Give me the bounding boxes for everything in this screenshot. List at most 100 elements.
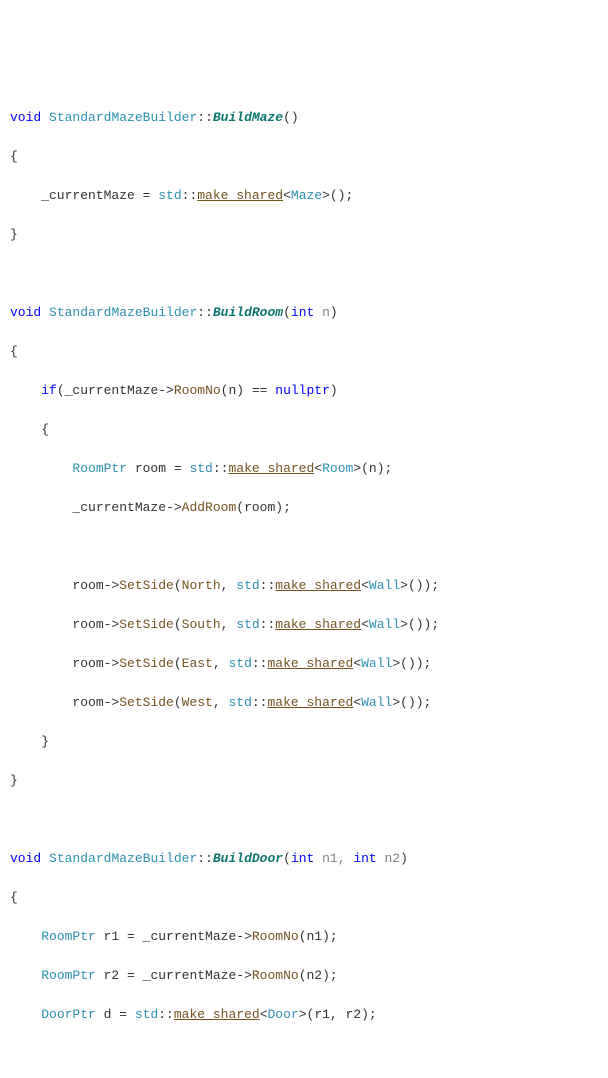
- code-line: }: [10, 225, 608, 245]
- func-setside: SetSide: [119, 578, 174, 593]
- paren: (: [283, 305, 291, 320]
- method-name: BuildRoom: [213, 305, 283, 320]
- args: (n) ==: [221, 383, 276, 398]
- code-line: [10, 810, 608, 830]
- var: r1 =: [96, 929, 143, 944]
- field: _currentMaze: [143, 968, 237, 983]
- keyword-nullptr: nullptr: [275, 383, 330, 398]
- code-line: {: [10, 147, 608, 167]
- func-make-shared: make_shared: [275, 578, 361, 593]
- tpl: <: [353, 695, 361, 710]
- end: >());: [392, 695, 431, 710]
- enum-south: South: [182, 617, 221, 632]
- tpl: <: [260, 1007, 268, 1022]
- type-roomptr: RoomPtr: [41, 929, 96, 944]
- scope-sep: ::: [197, 305, 213, 320]
- type-wall: Wall: [361, 695, 392, 710]
- func-addroom: AddRoom: [182, 500, 237, 515]
- type-room: Room: [322, 461, 353, 476]
- paren: (: [174, 656, 182, 671]
- func-make-shared: make_shared: [267, 656, 353, 671]
- type-doorptr: DoorPtr: [41, 1007, 96, 1022]
- keyword-void: void: [10, 851, 41, 866]
- keyword-int: int: [291, 305, 314, 320]
- keyword-void: void: [10, 305, 41, 320]
- scope-sep: ::: [260, 578, 276, 593]
- func-make-shared: make_shared: [267, 695, 353, 710]
- scope-sep: ::: [260, 617, 276, 632]
- code-line: if(_currentMaze->RoomNo(n) == nullptr): [10, 381, 608, 401]
- code-line: DoorPtr d = std::make_shared<Door>(r1, r…: [10, 1005, 608, 1025]
- type-roomptr: RoomPtr: [41, 968, 96, 983]
- end: >();: [322, 188, 353, 203]
- ns-std: std: [228, 656, 251, 671]
- func-make-shared: make_shared: [197, 188, 283, 203]
- indent: room->: [10, 695, 119, 710]
- scope-sep: ::: [158, 1007, 174, 1022]
- end: (n1);: [299, 929, 338, 944]
- indent: [10, 461, 72, 476]
- paren: ): [400, 851, 408, 866]
- code-line: void StandardMazeBuilder::BuildMaze(): [10, 108, 608, 128]
- ns-std: std: [135, 1007, 158, 1022]
- code-line: void StandardMazeBuilder::BuildRoom(int …: [10, 303, 608, 323]
- var: d =: [96, 1007, 135, 1022]
- code-line: _currentMaze->AddRoom(room);: [10, 498, 608, 518]
- parens: (): [283, 110, 299, 125]
- code-block: void StandardMazeBuilder::BuildMaze() { …: [10, 88, 608, 1078]
- code-line: void StandardMazeBuilder::BuildDoor(int …: [10, 849, 608, 869]
- var: room =: [127, 461, 189, 476]
- code-line: [10, 537, 608, 557]
- code-line: {: [10, 888, 608, 908]
- var: r2 =: [96, 968, 143, 983]
- param: n2: [377, 851, 400, 866]
- scope-sep: ::: [197, 851, 213, 866]
- func-make-shared: make_shared: [174, 1007, 260, 1022]
- scope-sep: ::: [197, 110, 213, 125]
- scope-sep: ::: [252, 656, 268, 671]
- paren: (: [174, 617, 182, 632]
- end: >());: [400, 617, 439, 632]
- tpl: <: [361, 617, 369, 632]
- indent: room->: [10, 656, 119, 671]
- code-line: }: [10, 771, 608, 791]
- func-setside: SetSide: [119, 617, 174, 632]
- comma: ,: [213, 656, 229, 671]
- func-roomno: RoomNo: [252, 968, 299, 983]
- indent: [10, 500, 72, 515]
- tpl: <: [314, 461, 322, 476]
- comma: ,: [221, 578, 237, 593]
- indent: [10, 929, 41, 944]
- keyword-if: if: [10, 383, 57, 398]
- param: n: [314, 305, 330, 320]
- ns-std: std: [158, 188, 181, 203]
- method-name: BuildDoor: [213, 851, 283, 866]
- code-line: room->SetSide(West, std::make_shared<Wal…: [10, 693, 608, 713]
- field: _currentMaze: [72, 500, 166, 515]
- enum-west: West: [182, 695, 213, 710]
- code-line: room->SetSide(South, std::make_shared<Wa…: [10, 615, 608, 635]
- indent: room->: [10, 578, 119, 593]
- end: >());: [392, 656, 431, 671]
- tpl: <: [283, 188, 291, 203]
- enum-north: North: [182, 578, 221, 593]
- code-line: {: [10, 342, 608, 362]
- end: >());: [400, 578, 439, 593]
- type-wall: Wall: [361, 656, 392, 671]
- indent: [10, 1007, 41, 1022]
- param: n1,: [314, 851, 353, 866]
- arrow: ->: [236, 929, 252, 944]
- ns-std: std: [189, 461, 212, 476]
- func-roomno: RoomNo: [174, 383, 221, 398]
- paren: (: [174, 695, 182, 710]
- tpl: <: [361, 578, 369, 593]
- func-setside: SetSide: [119, 656, 174, 671]
- paren: (: [283, 851, 291, 866]
- field: _currentMaze: [143, 929, 237, 944]
- type-wall: Wall: [369, 578, 400, 593]
- indent: [10, 968, 41, 983]
- code-line: room->SetSide(East, std::make_shared<Wal…: [10, 654, 608, 674]
- code-line: [10, 1044, 608, 1064]
- code-line: }: [10, 732, 608, 752]
- code-line: RoomPtr room = std::make_shared<Room>(n)…: [10, 459, 608, 479]
